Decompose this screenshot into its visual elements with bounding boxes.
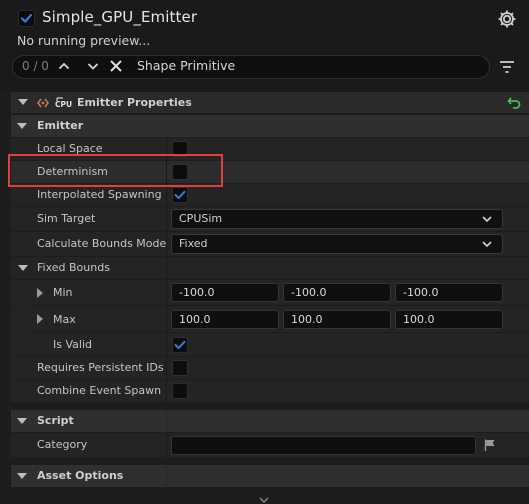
property-label: Max bbox=[53, 313, 76, 326]
property-label: Combine Event Spawn bbox=[37, 384, 162, 397]
column-divider[interactable] bbox=[166, 465, 167, 487]
emitter-name: Simple_GPU_Emitter bbox=[42, 8, 198, 26]
expand-arrow-icon[interactable] bbox=[37, 288, 43, 298]
property-label: Min bbox=[53, 286, 73, 299]
column-divider[interactable] bbox=[166, 433, 167, 457]
search-input[interactable]: Shape Primitive bbox=[137, 58, 235, 73]
property-label: Is Valid bbox=[53, 338, 92, 351]
preview-status: No running preview... bbox=[17, 33, 151, 48]
property-label: Fixed Bounds bbox=[37, 261, 110, 274]
interpolated-spawning-checkbox[interactable] bbox=[172, 187, 188, 203]
property-label: Interpolated Spawning bbox=[37, 188, 162, 201]
property-label: Requires Persistent IDs bbox=[37, 361, 164, 374]
chevron-down-icon[interactable] bbox=[85, 58, 101, 74]
min-y-value: -100.0 bbox=[291, 286, 327, 299]
search-match-count: 0 / 0 bbox=[22, 59, 49, 73]
checkmark-icon bbox=[174, 190, 186, 199]
calc-bounds-mode-dropdown[interactable] bbox=[171, 234, 503, 254]
checkmark-icon bbox=[20, 13, 33, 23]
collapse-arrow-icon[interactable] bbox=[17, 473, 27, 479]
reset-arrow-icon[interactable] bbox=[507, 96, 521, 109]
is-valid-checkbox[interactable] bbox=[172, 337, 188, 353]
category-label: Asset Options bbox=[37, 469, 124, 482]
property-label: Category bbox=[37, 438, 88, 451]
requires-persistent-ids-checkbox[interactable] bbox=[172, 360, 188, 376]
max-z-value: 100.0 bbox=[403, 313, 435, 326]
cpu-icon: CPU bbox=[55, 97, 73, 109]
min-x-value: -100.0 bbox=[179, 286, 215, 299]
highlight-box bbox=[8, 154, 223, 187]
checkmark-icon bbox=[174, 340, 186, 349]
category-label: Script bbox=[37, 414, 74, 427]
category-input[interactable] bbox=[171, 436, 476, 455]
search-bar[interactable] bbox=[12, 55, 490, 79]
column-divider[interactable] bbox=[166, 410, 167, 432]
collapse-arrow-icon[interactable] bbox=[17, 418, 27, 424]
calc-bounds-mode-value: Fixed bbox=[179, 237, 208, 250]
property-label: Calculate Bounds Mode bbox=[37, 237, 167, 250]
max-x-value: 100.0 bbox=[179, 313, 211, 326]
gear-icon[interactable] bbox=[496, 8, 518, 30]
filter-icon[interactable] bbox=[498, 58, 516, 76]
max-y-value: 100.0 bbox=[291, 313, 323, 326]
expand-arrow-icon[interactable] bbox=[37, 314, 43, 324]
chevron-down-icon bbox=[482, 216, 492, 223]
property-label: Sim Target bbox=[37, 212, 96, 225]
category-emitter[interactable] bbox=[11, 115, 529, 137]
chevron-up-icon[interactable] bbox=[56, 58, 72, 74]
category-label: Emitter bbox=[37, 119, 84, 132]
close-icon[interactable] bbox=[108, 58, 124, 74]
sim-target-value: CPUSim bbox=[179, 212, 223, 225]
category-script[interactable] bbox=[11, 410, 529, 432]
scroll-down-indicator-icon[interactable] bbox=[258, 497, 270, 504]
chevron-down-icon bbox=[482, 241, 492, 248]
collapse-arrow-icon[interactable] bbox=[18, 265, 28, 271]
emitter-enabled-checkbox[interactable] bbox=[18, 10, 35, 27]
min-z-value: -100.0 bbox=[403, 286, 439, 299]
flag-icon[interactable] bbox=[483, 438, 497, 452]
collapse-arrow-icon[interactable] bbox=[17, 123, 27, 129]
collapse-arrow-icon[interactable] bbox=[18, 99, 28, 105]
module-link-icon bbox=[37, 98, 49, 108]
combine-event-spawn-checkbox[interactable] bbox=[172, 383, 188, 399]
section-title: Emitter Properties bbox=[77, 96, 192, 109]
